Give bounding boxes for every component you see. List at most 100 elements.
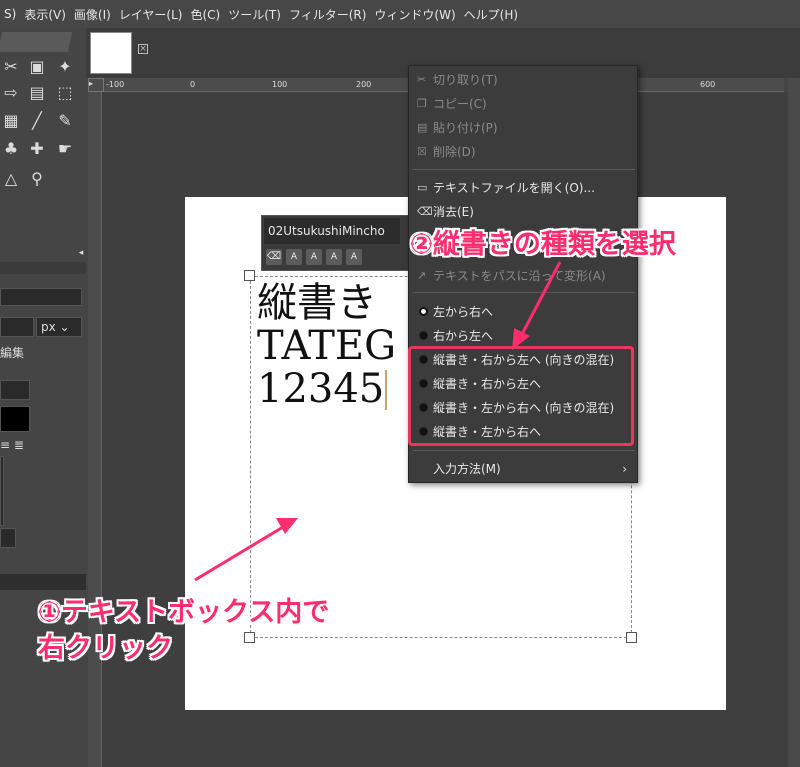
open-file-icon: ▭	[417, 181, 428, 194]
menu-item-label: 入力方法(M)	[433, 462, 501, 476]
text-cursor	[385, 370, 391, 410]
gradient-tool-icon[interactable]: ▦	[0, 110, 22, 132]
menu-item-label: テキストファイルを開く(O)...	[433, 181, 595, 195]
text-line: 12345	[257, 366, 385, 412]
menu-item-clear[interactable]: ⌫ 消去(E)	[409, 200, 637, 224]
zoom-tool-icon[interactable]: ⚲	[26, 168, 48, 190]
menu-separator	[413, 450, 635, 451]
transform-tool-icon[interactable]: ⬚	[54, 82, 76, 104]
font-name-field[interactable]: 02UtsukushiMincho	[264, 218, 400, 244]
language-select[interactable]	[0, 380, 30, 400]
menubar: S) 表示(V) 画像(I) レイヤー(L) 色(C) ツール(T) フィルター…	[0, 0, 800, 28]
text-line: TATEG	[257, 323, 397, 369]
style-button[interactable]: A	[286, 249, 302, 265]
paste-icon: ▤	[417, 121, 428, 134]
canvas-text[interactable]: 縦書き TATEG 12345	[257, 282, 396, 411]
chevron-right-icon: ›	[622, 462, 627, 476]
clone-tool-icon[interactable]: ♣	[0, 138, 22, 160]
box-select[interactable]	[0, 528, 16, 548]
text-along-path-icon: ↗	[417, 269, 427, 282]
scissors-icon: ✂	[417, 73, 427, 86]
clear-icon: ⌫	[417, 205, 433, 218]
paths-tool-icon[interactable]: △	[0, 168, 22, 190]
text-line: 縦書き	[257, 280, 377, 326]
textbox-handle-br[interactable]	[626, 632, 637, 643]
clear-style-icon[interactable]: ⌫	[266, 249, 282, 265]
menu-item-open-text-file[interactable]: ▭ テキストファイルを開く(O)...	[409, 176, 637, 200]
image-thumbnail[interactable]	[90, 32, 132, 74]
menu-color[interactable]: 色(C)	[187, 6, 225, 23]
menu-item-copy[interactable]: ❐ コピー(C)	[409, 92, 637, 116]
color-swatch[interactable]	[0, 406, 30, 432]
annotation-step1-line2: 右クリック	[38, 633, 173, 664]
menu-windows[interactable]: ウィンドウ(W)	[370, 6, 459, 23]
menu-item-delete[interactable]: ☒ 削除(D)	[409, 140, 637, 164]
annotation-step1-line1: ①テキストボックス内で	[38, 597, 330, 628]
radio-icon	[419, 331, 428, 340]
delete-icon: ☒	[417, 145, 427, 158]
pencil-tool-icon[interactable]: ✎	[54, 110, 76, 132]
unit-select[interactable]: px ⌄	[36, 317, 82, 337]
annotation-highlight-box	[408, 346, 634, 446]
annotation-step2: ②縦書きの種類を選択	[410, 229, 676, 260]
smudge-tool-icon[interactable]: ☛	[54, 138, 76, 160]
menu-select[interactable]: S)	[0, 7, 20, 21]
menu-item-label: 切り取り(T)	[433, 73, 498, 87]
menu-item-text-along-path[interactable]: ↗ テキストをパスに沿って変形(A)	[409, 264, 637, 288]
menu-item-label: 左から右へ	[433, 305, 494, 319]
menu-item-label: 消去(E)	[433, 205, 474, 219]
close-icon[interactable]: ×	[138, 44, 148, 54]
menu-filters[interactable]: フィルター(R)	[285, 6, 370, 23]
text-style-editor: 02UtsukushiMincho ⌫ A A A A	[261, 215, 411, 271]
menu-item-cut[interactable]: ✂ 切り取り(T)	[409, 68, 637, 92]
gimp-window: S) 表示(V) 画像(I) レイヤー(L) 色(C) ツール(T) フィルター…	[0, 0, 800, 767]
menu-item-paste[interactable]: ▤ 貼り付け(P)	[409, 116, 637, 140]
copy-icon: ❐	[417, 97, 427, 110]
right-scroll-strip[interactable]	[788, 78, 800, 767]
heal-tool-icon[interactable]: ✚	[26, 138, 48, 160]
font-field[interactable]	[0, 288, 82, 306]
ruler-label: 100	[272, 80, 288, 89]
ruler-label: -100	[106, 80, 125, 89]
move-tool-icon[interactable]: ⇨	[0, 82, 22, 104]
ruler-left[interactable]	[88, 92, 102, 767]
ruler-label: 200	[356, 80, 372, 89]
radio-checked-icon	[419, 307, 428, 316]
menu-view[interactable]: 表示(V)	[20, 6, 70, 23]
style-button[interactable]: A	[326, 249, 342, 265]
menu-item-label: 右から左へ	[433, 329, 494, 343]
ruler-label: 0	[190, 80, 196, 89]
fuzzy-select-icon[interactable]: ✦	[54, 56, 76, 78]
brush-tool-icon[interactable]: ╱	[26, 110, 48, 132]
scissors-select-icon[interactable]: ✂	[0, 56, 22, 78]
ruler-label: 600	[700, 80, 716, 89]
size-field[interactable]	[0, 317, 34, 337]
menu-layer[interactable]: レイヤー(L)	[115, 6, 187, 23]
indent-field[interactable]	[0, 456, 4, 526]
unit-value: px	[41, 320, 56, 334]
edit-label: 編集	[0, 346, 25, 360]
menu-image[interactable]: 画像(I)	[70, 6, 115, 23]
style-button[interactable]: A	[346, 249, 362, 265]
menu-item-rtl[interactable]: 右から左へ	[409, 324, 637, 348]
textbox-handle-tl[interactable]	[244, 270, 255, 281]
menu-item-ltr[interactable]: 左から右へ	[409, 300, 637, 324]
menu-separator	[413, 169, 635, 170]
ruler-corner[interactable]: ▸	[88, 78, 104, 92]
toolbox-tab[interactable]	[0, 32, 73, 52]
menu-separator	[413, 292, 635, 293]
foreground-select-icon[interactable]: ▣	[26, 56, 48, 78]
textbox-handle-bl[interactable]	[244, 632, 255, 643]
menu-tools[interactable]: ツール(T)	[224, 6, 285, 23]
align-tool-icon[interactable]: ▤	[26, 82, 48, 104]
menu-item-input-method[interactable]: 入力方法(M) ›	[409, 457, 637, 481]
menu-item-label: テキストをパスに沿って変形(A)	[433, 269, 606, 283]
justify-icon[interactable]: ≡ ≣	[0, 438, 24, 452]
style-button[interactable]: A	[306, 249, 322, 265]
menu-help[interactable]: ヘルプ(H)	[460, 6, 522, 23]
panel-divider	[0, 262, 86, 274]
panel-divider-bottom	[0, 574, 86, 590]
menu-item-label: 貼り付け(P)	[433, 121, 498, 135]
menu-item-label: コピー(C)	[433, 97, 487, 111]
menu-item-label: 削除(D)	[433, 145, 476, 159]
